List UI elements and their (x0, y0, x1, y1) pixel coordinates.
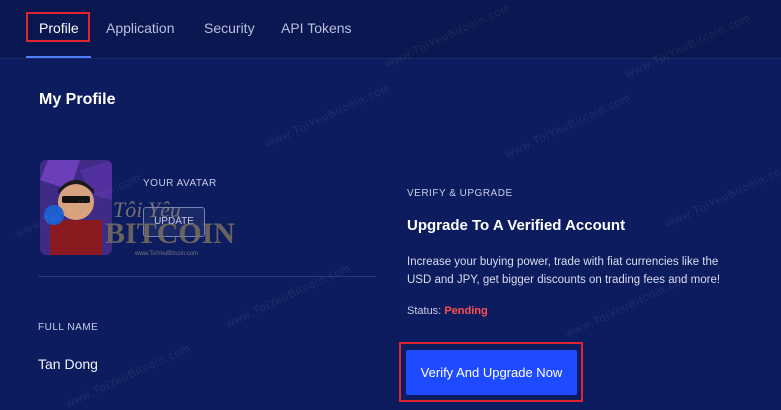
status-badge: Pending (444, 305, 488, 317)
full-name-value: Tan Dong (38, 356, 98, 372)
watermark-text: www.ToiYeuBitcoin.com (663, 161, 781, 231)
full-name-label: FULL NAME (38, 322, 99, 333)
update-avatar-button[interactable]: UPDATE (143, 207, 205, 237)
watermark-text: www.ToiYeuBitcoin.com (503, 91, 633, 161)
tab-application[interactable]: Application (106, 0, 175, 58)
avatar-caption: YOUR AVATAR (143, 178, 217, 189)
verify-upgrade-button[interactable]: Verify And Upgrade Now (406, 350, 577, 395)
verify-description: Increase your buying power, trade with f… (407, 256, 721, 286)
section-divider (38, 276, 376, 277)
top-nav: Profile Application Security API Tokens (0, 0, 781, 59)
tab-profile[interactable]: Profile (39, 0, 79, 58)
verify-heading: Upgrade To A Verified Account (407, 217, 626, 234)
status-label: Status: (407, 305, 442, 317)
watermark-text: www.ToiYeuBitcoin.com (63, 341, 193, 410)
verification-status: Status: Pending (407, 305, 488, 317)
avatar[interactable] (40, 160, 112, 255)
tab-security[interactable]: Security (204, 0, 255, 58)
page-title: My Profile (39, 91, 116, 108)
watermark-text: www.ToiYeuBitcoin.com (223, 261, 353, 331)
verify-section-label: VERIFY & UPGRADE (407, 188, 513, 199)
watermark-logo-url: www.ToiYeuBitcoin.com (134, 251, 198, 257)
tab-api-tokens[interactable]: API Tokens (281, 0, 352, 58)
watermark-text: www.ToiYeuBitcoin.com (263, 81, 393, 151)
active-tab-indicator (26, 56, 91, 58)
avatar-image (40, 160, 112, 255)
